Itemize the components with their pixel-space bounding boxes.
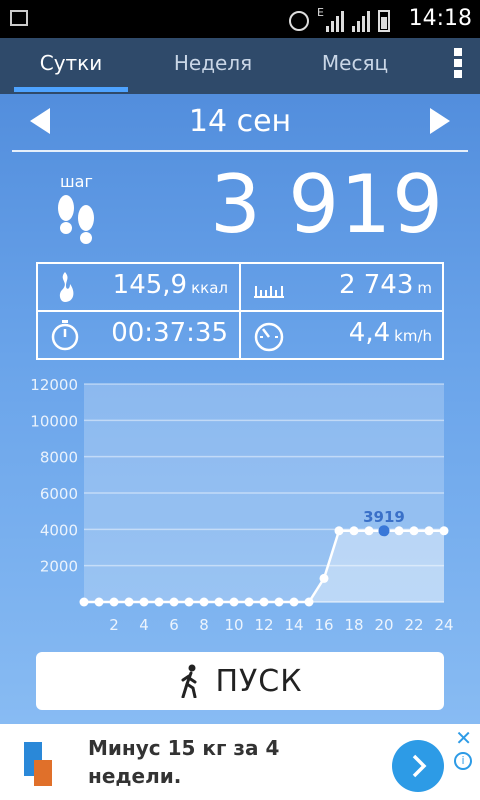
chart-point xyxy=(259,597,269,607)
chart-point xyxy=(124,597,134,607)
ruler-icon xyxy=(254,286,284,298)
ad-close-icon[interactable]: ✕ xyxy=(455,726,472,750)
chart-x-tick-label: 14 xyxy=(284,616,303,634)
chart-y-tick-label: 2000 xyxy=(40,558,78,576)
chart-point xyxy=(424,526,434,536)
chart-y-tick-label: 12000 xyxy=(30,376,78,394)
tab-bar: Сутки Неделя Месяц xyxy=(0,38,480,94)
ad-banner[interactable]: Минус 15 кг за 4 недели. ✕ i xyxy=(0,724,480,800)
status-icons: E xyxy=(289,6,390,32)
chart-point xyxy=(304,597,314,607)
stats-grid: 145,9 ккал 2 743 m 00:37:35 4,4 km/h xyxy=(36,262,444,360)
steps-chart: 200040006000800010000120002 4 6 8 10 12 14 16 18… xyxy=(30,376,453,634)
chart-highlight-label: 3919 xyxy=(363,508,405,526)
date-navigator: 14 сен xyxy=(0,98,480,150)
chevron-right-icon xyxy=(412,754,427,778)
chart-point xyxy=(199,597,209,607)
chart-x-tick-label: 24 xyxy=(434,616,453,634)
distance-value: 2 743 xyxy=(338,270,414,300)
chart-point xyxy=(109,597,119,607)
divider xyxy=(12,150,468,152)
tab-week[interactable]: Неделя xyxy=(142,38,284,94)
chart-point xyxy=(334,526,344,536)
chart-point xyxy=(364,526,374,536)
chart-point xyxy=(409,526,419,536)
chart-point xyxy=(79,597,89,607)
gallery-icon xyxy=(10,10,28,26)
chart-point xyxy=(349,526,359,536)
chart-point xyxy=(289,597,299,607)
network-type-label: E xyxy=(317,6,324,19)
chart-point xyxy=(139,597,149,607)
chart-point xyxy=(274,597,284,607)
calories-value: 145,9 xyxy=(112,270,188,300)
speed-unit: km/h xyxy=(394,327,432,345)
clock: 14:18 xyxy=(408,6,472,31)
signal-icon-2 xyxy=(352,10,370,32)
speedometer-icon xyxy=(254,322,284,352)
chart-x-tick-label: 8 xyxy=(199,616,209,634)
chart-point xyxy=(244,597,254,607)
chart-point xyxy=(319,573,329,583)
ad-text: Минус 15 кг за 4 недели. xyxy=(88,736,280,788)
chart-point xyxy=(154,597,164,607)
ad-info-icon[interactable]: i xyxy=(454,752,472,770)
ad-product-image xyxy=(24,742,52,786)
chart-y-tick-label: 4000 xyxy=(40,521,78,539)
chart-point xyxy=(394,526,404,536)
signal-icon xyxy=(326,10,344,32)
start-button-label: ПУСК xyxy=(215,663,303,699)
step-count: 3 919 xyxy=(209,158,444,251)
chart-point xyxy=(229,597,239,607)
battery-icon xyxy=(378,10,390,32)
calories-unit: ккал xyxy=(191,279,228,297)
chart-x-tick-label: 2 xyxy=(109,616,119,634)
flame-icon xyxy=(59,272,74,302)
walking-person-icon xyxy=(181,664,197,698)
chart-x-tick-label: 10 xyxy=(224,616,243,634)
chart-highlight-point xyxy=(378,525,390,537)
chart-point xyxy=(169,597,179,607)
chart-x-tick-label: 6 xyxy=(169,616,179,634)
current-date: 14 сен xyxy=(188,104,292,139)
duration-cell: 00:37:35 xyxy=(38,312,240,358)
chart-x-tick-label: 20 xyxy=(374,616,393,634)
duration-value: 00:37:35 xyxy=(111,318,228,348)
chart-x-tick-label: 18 xyxy=(344,616,363,634)
start-button[interactable]: ПУСК xyxy=(36,652,444,710)
tab-day[interactable]: Сутки xyxy=(0,38,142,94)
ad-open-button[interactable] xyxy=(392,740,444,792)
chart-y-tick-label: 8000 xyxy=(40,449,78,467)
chart-point xyxy=(94,597,104,607)
status-bar: E 14:18 xyxy=(0,0,480,38)
speed-cell: 4,4 km/h xyxy=(242,312,444,358)
speed-value: 4,4 xyxy=(348,318,391,348)
stopwatch-icon xyxy=(51,320,79,351)
chart-point xyxy=(439,526,449,536)
chart-x-tick-label: 4 xyxy=(139,616,149,634)
steps-label: шаг xyxy=(60,172,93,191)
chart-x-tick-label: 22 xyxy=(404,616,423,634)
tab-month[interactable]: Месяц xyxy=(284,38,426,94)
next-day-button[interactable] xyxy=(430,108,450,134)
chart-x-tick-label: 12 xyxy=(254,616,273,634)
alarm-icon xyxy=(289,11,310,31)
chart-x-tick-label: 16 xyxy=(314,616,333,634)
chart-y-tick-label: 6000 xyxy=(40,485,78,503)
distance-cell: 2 743 m xyxy=(242,264,444,310)
distance-unit: m xyxy=(417,279,432,297)
chart-y-tick-label: 10000 xyxy=(30,412,78,430)
footprints-icon xyxy=(58,195,94,244)
calories-cell: 145,9 ккал xyxy=(38,264,240,310)
chart-point xyxy=(184,597,194,607)
chart-point xyxy=(214,597,224,607)
overflow-menu-icon[interactable] xyxy=(454,48,464,81)
